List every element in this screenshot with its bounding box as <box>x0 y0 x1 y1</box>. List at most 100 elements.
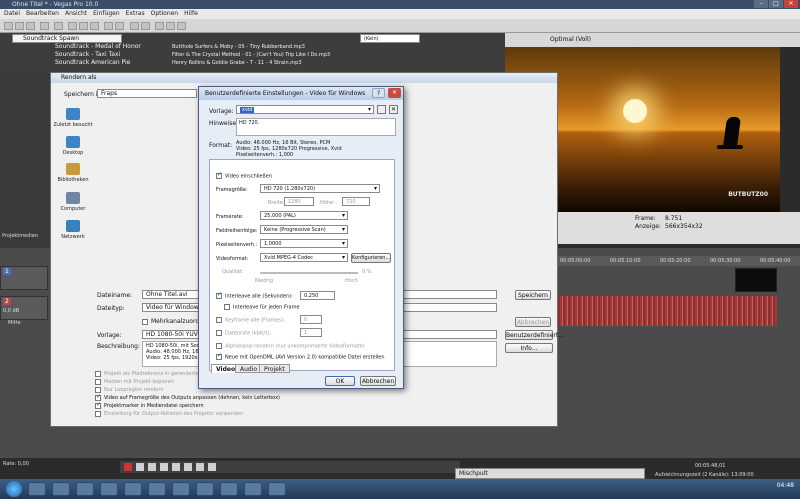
redo-icon[interactable] <box>115 22 124 30</box>
envelope-tool-icon[interactable] <box>166 22 175 30</box>
configure-button[interactable]: Konfigurieren... <box>351 253 391 263</box>
timeline-ruler[interactable]: 00:05:00:00 00:05:10:00 00:05:20:00 00:0… <box>520 256 800 266</box>
zoom-tool-icon[interactable] <box>177 22 186 30</box>
field-order-select[interactable]: Keine (Progressive Scan) <box>260 225 348 234</box>
height-input[interactable]: 720 <box>342 197 370 206</box>
cancel-button[interactable]: Abbrechen <box>515 317 551 327</box>
taskbar-app[interactable] <box>124 482 142 496</box>
videoformat-select[interactable]: Xvid MPEG-4 Codec <box>260 253 348 262</box>
custom-settings-button[interactable]: Benutzerdefiniert... <box>505 330 564 340</box>
datarate-input[interactable]: 1 <box>300 328 322 337</box>
explorer-folder-select[interactable]: Soundtrack Spawn <box>12 34 122 43</box>
taskbar-app[interactable] <box>148 482 166 496</box>
interleave-option[interactable]: Interleave alle (Sekunden): <box>216 291 293 300</box>
place-libraries[interactable]: Bibliotheken <box>52 163 94 183</box>
copy-icon[interactable] <box>79 22 88 30</box>
save-icon[interactable] <box>26 22 35 30</box>
taskbar-app[interactable] <box>196 482 214 496</box>
minimize-button[interactable]: – <box>754 0 768 8</box>
go-start-icon[interactable] <box>196 463 204 471</box>
place-recent[interactable]: Zuletzt besucht <box>52 108 94 128</box>
new-icon[interactable] <box>4 22 13 30</box>
keyframe-input[interactable]: 0 <box>300 315 322 324</box>
list-item[interactable]: Soundtrack - Medal of Honor <box>55 43 141 51</box>
close-icon[interactable]: ✕ <box>388 88 401 98</box>
taskbar-app[interactable] <box>220 482 238 496</box>
pause-icon[interactable] <box>172 463 180 471</box>
track-header-video[interactable]: 1 <box>0 266 48 290</box>
taskbar-app[interactable] <box>268 482 286 496</box>
paste-icon[interactable] <box>90 22 99 30</box>
preview-selector[interactable]: (Kein) <box>360 34 420 43</box>
menu-optionen[interactable]: Optionen <box>151 9 179 19</box>
edit-tool-icon[interactable] <box>155 22 164 30</box>
interleave-frame-option[interactable]: Interleave für jeden Frame <box>224 304 300 311</box>
option-save-markers[interactable]: Projektmarker in Mediendatei speichern <box>95 401 280 410</box>
menu-bearbeiten[interactable]: Bearbeiten <box>26 9 59 19</box>
autoripple-icon[interactable] <box>141 22 150 30</box>
framerate-select[interactable]: 25,000 (PAL) <box>260 211 348 220</box>
quality-slider[interactable] <box>260 272 358 274</box>
undo-icon[interactable] <box>104 22 113 30</box>
menu-einfuegen[interactable]: Einfügen <box>93 9 119 19</box>
taskbar-app[interactable] <box>244 482 262 496</box>
taskbar-app[interactable] <box>28 482 46 496</box>
framesize-select[interactable]: HD 720 (1.280x720) <box>260 184 380 193</box>
tab-projekt[interactable]: Projekt <box>259 364 290 373</box>
include-video-option[interactable]: Video einschließen <box>216 171 272 180</box>
menu-hilfe[interactable]: Hilfe <box>184 9 198 19</box>
taskbar-app[interactable] <box>76 482 94 496</box>
cut-icon[interactable] <box>68 22 77 30</box>
track-header-audio[interactable]: 2 0,0 dB <box>0 296 48 320</box>
option-stretch-video[interactable]: Video auf Framegröße des Outputs anpasse… <box>95 393 280 402</box>
save-button[interactable]: Speichern <box>515 290 551 300</box>
tab-audio[interactable]: Audio <box>235 364 263 373</box>
multichannel-checkbox[interactable] <box>142 318 148 325</box>
preview-quality[interactable]: Optimal (Voll) <box>550 36 591 43</box>
width-input[interactable]: 1280 <box>284 197 314 206</box>
maximize-button[interactable]: □ <box>769 0 783 8</box>
list-item[interactable]: Henry Rollins & Goldie Grabe - T - 11 - … <box>172 59 330 67</box>
help-icon[interactable]: ? <box>372 88 385 98</box>
list-item[interactable]: Filter & The Crystal Method - 01 - (Can'… <box>172 51 330 59</box>
notes-box[interactable]: HD 720. <box>236 118 396 136</box>
go-end-icon[interactable] <box>208 463 216 471</box>
taskbar-app[interactable] <box>52 482 70 496</box>
loop-icon[interactable] <box>136 463 144 471</box>
play-icon[interactable] <box>160 463 168 471</box>
place-network[interactable]: Netzwerk <box>52 220 94 240</box>
list-item[interactable]: Soundtrack American Pie <box>55 59 141 67</box>
stop-icon[interactable] <box>184 463 192 471</box>
play-start-icon[interactable] <box>148 463 156 471</box>
menu-extras[interactable]: Extras <box>126 9 145 19</box>
close-button[interactable]: ✕ <box>784 0 798 8</box>
render-icon[interactable] <box>54 22 63 30</box>
taskbar-app[interactable] <box>172 482 190 496</box>
template-select[interactable]: xvid <box>236 105 374 114</box>
cancel-button[interactable]: Abbrechen <box>360 376 396 386</box>
tab-projektmedien[interactable]: Projektmedien <box>2 233 38 239</box>
video-clip[interactable] <box>735 268 777 292</box>
record-icon[interactable] <box>124 463 132 471</box>
alpha-option[interactable]: Alphakanal rendern (nur unkomprimierte V… <box>216 343 365 350</box>
ok-button[interactable]: OK <box>325 376 355 386</box>
list-item[interactable]: Soundtrack - Taxi Taxi <box>55 51 141 59</box>
place-desktop[interactable]: Desktop <box>52 136 94 156</box>
opendml-option[interactable]: Neue mit OpenDML (AVI Version 2.0) kompa… <box>216 352 385 361</box>
info-button[interactable]: Info... <box>505 343 553 353</box>
mixer-window[interactable]: Mischpult <box>455 468 645 479</box>
taskbar-app[interactable] <box>100 482 118 496</box>
option-output-rotation[interactable]: Einstellung für Output-Rotation des Proj… <box>95 410 280 418</box>
properties-icon[interactable] <box>40 22 49 30</box>
pixel-aspect-select[interactable]: 1,0000 <box>260 239 348 248</box>
open-icon[interactable] <box>15 22 24 30</box>
datarate-option[interactable]: Datenrate (kbit/s): <box>216 330 271 337</box>
place-computer[interactable]: Computer <box>52 192 94 212</box>
save-in-select[interactable]: Fraps <box>97 89 197 98</box>
save-template-icon[interactable] <box>377 105 386 114</box>
list-item[interactable]: Butthole Surfers & Moby - 05 - Tiny Rubb… <box>172 43 330 51</box>
menu-datei[interactable]: Datei <box>4 9 20 19</box>
interleave-input[interactable]: 0,250 <box>300 291 335 300</box>
menu-ansicht[interactable]: Ansicht <box>65 9 87 19</box>
delete-template-icon[interactable]: ✕ <box>389 105 398 114</box>
